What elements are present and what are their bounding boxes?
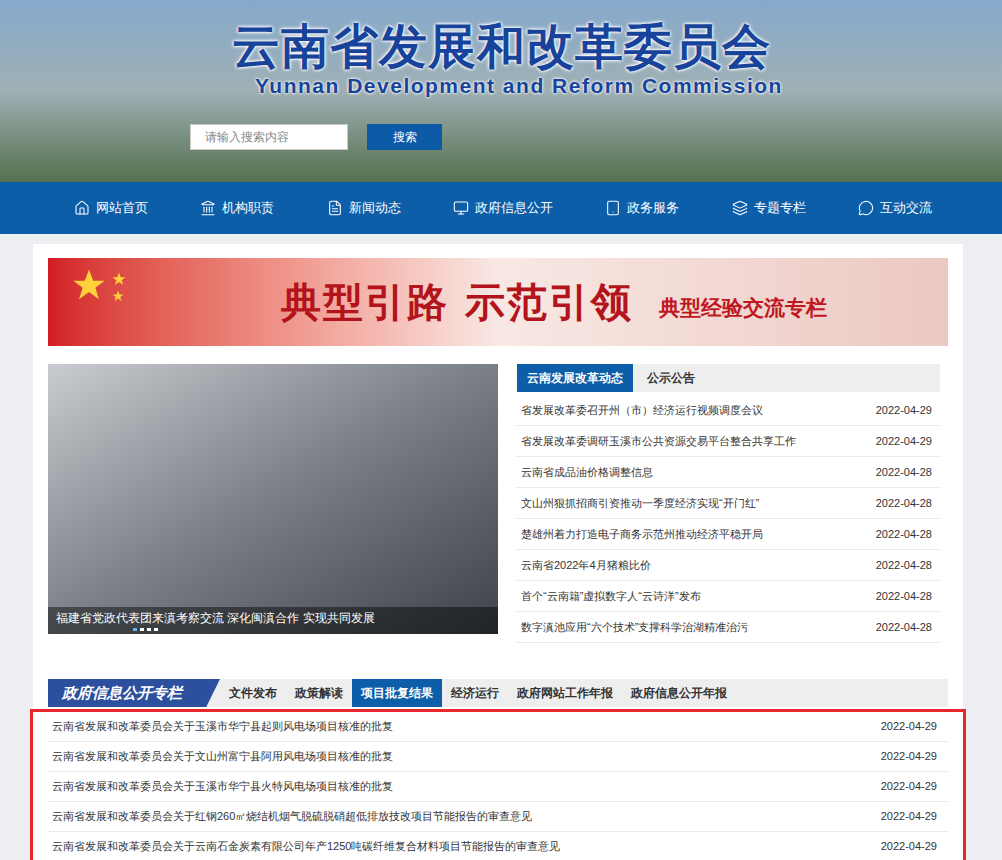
- info-list: 云南省发展和改革委员会关于玉溪市华宁县起则风电场项目核准的批复2022-04-2…: [30, 709, 966, 860]
- slideshow[interactable]: 福建省党政代表团来滇考察交流 深化闽滇合作 实现共同发展: [48, 364, 498, 634]
- info-row[interactable]: 云南省发展和改革委员会关于云南石金炭素有限公司年产1250吨碳纤维复合材料项目节…: [49, 832, 947, 860]
- info-tab[interactable]: 经济运行: [442, 679, 508, 707]
- featured-row: 福建省党政代表团来滇考察交流 深化闽滇合作 实现共同发展 云南发展改革动态公示公告…: [48, 364, 948, 643]
- news-list: 省发展改革委召开州（市）经济运行视频调度会议2022-04-29省发展改革委调研…: [517, 395, 940, 643]
- news-row[interactable]: 云南省2022年4月猪粮比价2022-04-28: [517, 550, 940, 581]
- banner-subtitle: 典型经验交流专栏: [659, 292, 827, 324]
- nav-item[interactable]: 互动交流: [858, 198, 932, 218]
- header: 云南省发展和改革委员会Yunnan Development and Reform…: [0, 0, 1002, 182]
- news-row[interactable]: 数字滇池应用“六个技术”支撑科学治湖精准治污2022-04-28: [517, 612, 940, 643]
- tablet-icon: [605, 200, 621, 216]
- banner[interactable]: 典型引路 示范引领典型经验交流专栏: [48, 258, 948, 346]
- main-panel: 典型引路 示范引领典型经验交流专栏福建省党政代表团来滇考察交流 深化闽滇合作 实…: [33, 244, 963, 860]
- nav-item[interactable]: 机构职责: [200, 198, 274, 218]
- news-row[interactable]: 楚雄州着力打造电子商务示范州推动经济平稳开局2022-04-28: [517, 519, 940, 550]
- info-tabs: 政府信息公开专栏文件发布政策解读项目批复结果经济运行政府网站工作年报政府信息公开…: [48, 679, 948, 707]
- info-section: 政府信息公开专栏文件发布政策解读项目批复结果经济运行政府网站工作年报政府信息公开…: [48, 679, 948, 860]
- info-row[interactable]: 云南省发展和改革委员会关于玉溪市华宁县火特风电场项目核准的批复2022-04-2…: [49, 772, 947, 802]
- site-title: 云南省发展和改革委员会: [0, 0, 1002, 74]
- nav-bar: 网站首页 机构职责 新闻动态 政府信息公开 政务服务 专题专栏 互动交流: [0, 182, 1002, 234]
- news-row[interactable]: 云南省成品油价格调整信息2022-04-28: [517, 457, 940, 488]
- news-tab[interactable]: 云南发展改革动态: [517, 364, 633, 392]
- layers-icon: [732, 200, 748, 216]
- home-icon: [74, 200, 90, 216]
- slideshow-dots: [56, 626, 490, 632]
- nav-item[interactable]: 新闻动态: [327, 198, 401, 218]
- search-button[interactable]: 搜索: [367, 124, 442, 150]
- info-tab[interactable]: 政府网站工作年报: [508, 679, 622, 707]
- nav-item[interactable]: 专题专栏: [732, 198, 806, 218]
- banner-stars: [48, 258, 263, 346]
- search-bar: 搜索: [0, 124, 1002, 150]
- slideshow-dot[interactable]: [147, 628, 151, 631]
- site-subtitle: Yunnan Development and Reform Commission: [0, 74, 1002, 98]
- nav-item[interactable]: 网站首页: [74, 198, 148, 218]
- landmark-icon: [200, 200, 216, 216]
- nav-item[interactable]: 政务服务: [605, 198, 679, 218]
- slideshow-dot[interactable]: [133, 628, 137, 631]
- news-row[interactable]: 首个“云南籍”虚拟数字人“云诗洋”发布2022-04-28: [517, 581, 940, 612]
- news-row[interactable]: 省发展改革委召开州（市）经济运行视频调度会议2022-04-29: [517, 395, 940, 426]
- info-tab[interactable]: 政府信息公开年报: [622, 679, 736, 707]
- star-icon: [72, 268, 106, 302]
- info-row[interactable]: 云南省发展和改革委员会关于文山州富宁县阿用风电场项目核准的批复2022-04-2…: [49, 742, 947, 772]
- banner-title: 典型引路 示范引领: [281, 272, 633, 332]
- info-row[interactable]: 云南省发展和改革委员会关于玉溪市华宁县起则风电场项目核准的批复2022-04-2…: [49, 712, 947, 742]
- page: 云南省发展和改革委员会Yunnan Development and Reform…: [0, 0, 1002, 860]
- star-icon: [112, 272, 126, 286]
- slideshow-caption: 福建省党政代表团来滇考察交流 深化闽滇合作 实现共同发展: [56, 610, 490, 626]
- slideshow-dot[interactable]: [140, 628, 144, 631]
- star-icon: [112, 290, 124, 302]
- search-input[interactable]: [190, 124, 348, 150]
- info-tab[interactable]: 文件发布: [220, 679, 286, 707]
- news-tabs: 云南发展改革动态公示公告: [517, 364, 940, 392]
- nav-item[interactable]: 政府信息公开: [453, 198, 553, 218]
- chat-icon: [858, 200, 874, 216]
- monitor-icon: [453, 200, 469, 216]
- slideshow-dot[interactable]: [154, 628, 158, 631]
- info-row[interactable]: 云南省发展和改革委员会关于红钢260㎡烧结机烟气脱硫脱硝超低排放技改项目节能报告…: [49, 802, 947, 832]
- info-tab[interactable]: 项目批复结果: [352, 679, 442, 707]
- info-tab[interactable]: 政策解读: [286, 679, 352, 707]
- document-icon: [327, 200, 343, 216]
- info-heading: 政府信息公开专栏: [48, 679, 220, 707]
- news-tab[interactable]: 公示公告: [633, 364, 709, 392]
- news-row[interactable]: 文山州狠抓招商引资推动一季度经济实现“开门红”2022-04-28: [517, 488, 940, 519]
- news-row[interactable]: 省发展改革委调研玉溪市公共资源交易平台整合共享工作2022-04-29: [517, 426, 940, 457]
- news-panel: 云南发展改革动态公示公告省发展改革委召开州（市）经济运行视频调度会议2022-0…: [517, 364, 940, 643]
- slideshow-caption-bar: 福建省党政代表团来滇考察交流 深化闽滇合作 实现共同发展: [48, 607, 498, 634]
